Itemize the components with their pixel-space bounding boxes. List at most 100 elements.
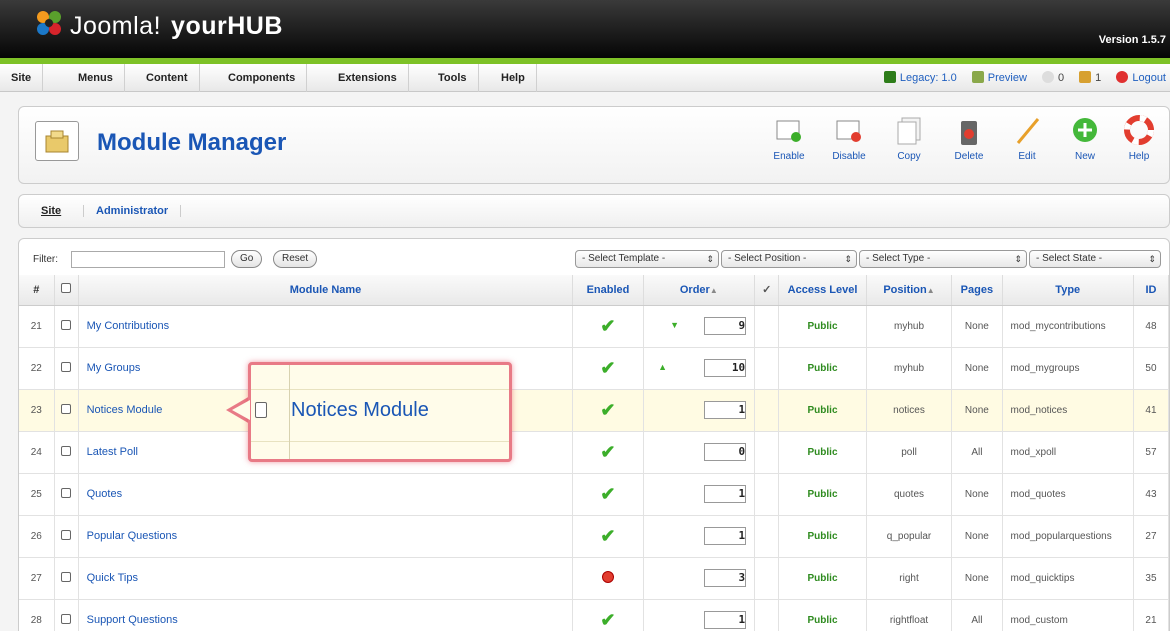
menu-components[interactable]: Components bbox=[217, 64, 308, 92]
select-state[interactable]: - Select State - ⇕ bbox=[1029, 250, 1161, 268]
row-checkbox-cell[interactable] bbox=[54, 473, 79, 516]
module-name-link[interactable]: Popular Questions bbox=[78, 515, 574, 558]
row-checkbox-cell[interactable] bbox=[54, 431, 79, 474]
table-row[interactable]: 23 Notices Module ✔ 1 Public notices None mod_n… bbox=[19, 389, 1170, 432]
logout-link[interactable]: Logout bbox=[1116, 64, 1166, 92]
enabled-cell[interactable] bbox=[572, 557, 644, 600]
new-button[interactable]: New bbox=[1061, 115, 1109, 162]
access-level-link[interactable]: Public bbox=[808, 363, 838, 374]
menu-extensions[interactable]: Extensions bbox=[327, 64, 409, 92]
access-level-link[interactable]: Public bbox=[808, 321, 838, 332]
menu-content[interactable]: Content bbox=[135, 64, 200, 92]
enabled-cell[interactable]: ✔ bbox=[572, 473, 644, 516]
tab-site[interactable]: Site bbox=[41, 205, 61, 217]
row-checkbox[interactable] bbox=[61, 487, 72, 498]
row-checkbox[interactable] bbox=[61, 319, 72, 330]
col-order[interactable]: Order▲ bbox=[643, 275, 756, 306]
access-level-cell[interactable]: Public bbox=[778, 305, 867, 348]
enabled-check-icon[interactable]: ✔ bbox=[600, 484, 615, 504]
reset-button[interactable]: Reset bbox=[273, 250, 318, 268]
disable-button[interactable]: Disable bbox=[825, 115, 873, 162]
module-name-link[interactable]: Support Questions bbox=[78, 599, 574, 631]
table-row[interactable]: 25 Quotes ✔ 1 Public quotes None mod_quotes 43 bbox=[19, 473, 1170, 516]
menu-site[interactable]: Site bbox=[0, 64, 44, 92]
col-access-level[interactable]: Access Level bbox=[778, 275, 867, 306]
order-input[interactable]: 1 bbox=[704, 401, 747, 419]
table-row[interactable]: 24 Latest Poll ✔ 0 Public poll All mod_xpoll 57 bbox=[19, 431, 1170, 474]
access-level-link[interactable]: Public bbox=[808, 447, 838, 458]
access-level-cell[interactable]: Public bbox=[778, 599, 867, 631]
col-position[interactable]: Position▲ bbox=[866, 275, 953, 306]
row-checkbox[interactable] bbox=[61, 403, 72, 414]
row-checkbox[interactable] bbox=[61, 361, 72, 372]
order-input[interactable]: 1 bbox=[704, 527, 747, 545]
col-type[interactable]: Type bbox=[1002, 275, 1134, 306]
col-enabled[interactable]: Enabled bbox=[572, 275, 644, 306]
row-checkbox[interactable] bbox=[61, 571, 72, 582]
order-input[interactable]: 1 bbox=[704, 485, 747, 503]
enabled-check-icon[interactable]: ✔ bbox=[600, 442, 615, 462]
preview-link[interactable]: Preview bbox=[971, 64, 1027, 92]
enabled-cell[interactable]: ✔ bbox=[572, 515, 644, 558]
tab-administrator[interactable]: Administrator bbox=[83, 205, 182, 217]
enabled-check-icon[interactable]: ✔ bbox=[600, 316, 615, 336]
row-checkbox[interactable] bbox=[61, 445, 72, 456]
order-input[interactable]: 1 bbox=[704, 611, 747, 629]
access-level-link[interactable]: Public bbox=[808, 405, 838, 416]
row-checkbox[interactable] bbox=[61, 613, 72, 624]
access-level-cell[interactable]: Public bbox=[778, 347, 867, 390]
enabled-cell[interactable]: ✔ bbox=[572, 599, 644, 631]
select-position[interactable]: - Select Position - ⇕ bbox=[721, 250, 857, 268]
menu-help[interactable]: Help bbox=[490, 64, 537, 92]
table-row[interactable]: 28 Support Questions ✔ 1 Public rightfloat All… bbox=[19, 599, 1170, 631]
row-checkbox-cell[interactable] bbox=[54, 599, 79, 631]
enabled-check-icon[interactable]: ✔ bbox=[600, 526, 615, 546]
table-row[interactable]: 27 Quick Tips 3 Public right None mod_quicktip… bbox=[19, 557, 1170, 600]
users-count[interactable]: 1 bbox=[1079, 64, 1101, 92]
access-level-cell[interactable]: Public bbox=[778, 515, 867, 558]
row-checkbox-cell[interactable] bbox=[54, 557, 79, 600]
menu-tools[interactable]: Tools bbox=[427, 64, 479, 92]
legacy-status[interactable]: Legacy: 1.0 bbox=[883, 64, 957, 92]
enabled-cell[interactable]: ✔ bbox=[572, 389, 644, 432]
enabled-cell[interactable]: ✔ bbox=[572, 305, 644, 348]
col-id[interactable]: ID bbox=[1133, 275, 1170, 306]
order-input[interactable]: 10 bbox=[704, 359, 747, 377]
col-pages[interactable]: Pages bbox=[951, 275, 1003, 306]
access-level-cell[interactable]: Public bbox=[778, 557, 867, 600]
table-row[interactable]: 22 My Groups ✔ ▲ 10 Public myhub None mod_mygrou… bbox=[19, 347, 1170, 390]
go-button[interactable]: Go bbox=[231, 250, 263, 268]
col-module-name[interactable]: Module Name bbox=[78, 275, 574, 306]
filter-input[interactable] bbox=[71, 251, 225, 268]
messages-count[interactable]: 0 bbox=[1041, 64, 1064, 92]
enabled-check-icon[interactable]: ✔ bbox=[600, 610, 615, 630]
save-order-icon[interactable]: ✓ bbox=[762, 284, 771, 296]
copy-button[interactable]: Copy bbox=[885, 115, 933, 162]
row-checkbox-cell[interactable] bbox=[54, 389, 79, 432]
module-name-link[interactable]: Quick Tips bbox=[78, 557, 574, 600]
access-level-cell[interactable]: Public bbox=[778, 473, 867, 516]
select-type[interactable]: - Select Type - ⇕ bbox=[859, 250, 1027, 268]
disabled-x-icon[interactable] bbox=[601, 570, 614, 583]
row-checkbox[interactable] bbox=[61, 529, 72, 540]
access-level-link[interactable]: Public bbox=[808, 489, 838, 500]
module-name-link[interactable]: Quotes bbox=[78, 473, 574, 516]
order-input[interactable]: 9 bbox=[704, 317, 747, 335]
table-row[interactable]: 26 Popular Questions ✔ 1 Public q_popular None… bbox=[19, 515, 1170, 558]
table-row[interactable]: 21 My Contributions ✔ ▼ 9 Public myhub None mod_… bbox=[19, 305, 1170, 348]
row-checkbox-cell[interactable] bbox=[54, 305, 79, 348]
enable-button[interactable]: Enable bbox=[765, 115, 813, 162]
help-button[interactable]: Help bbox=[1115, 115, 1163, 162]
access-level-link[interactable]: Public bbox=[808, 531, 838, 542]
access-level-cell[interactable]: Public bbox=[778, 431, 867, 474]
order-input[interactable]: 0 bbox=[704, 443, 747, 461]
select-all-checkbox[interactable] bbox=[61, 283, 72, 294]
col-select-all[interactable] bbox=[54, 275, 79, 306]
menu-menus[interactable]: Menus bbox=[67, 64, 125, 92]
row-checkbox-cell[interactable] bbox=[54, 515, 79, 558]
access-level-link[interactable]: Public bbox=[808, 573, 838, 584]
enabled-cell[interactable]: ✔ bbox=[572, 431, 644, 474]
enabled-check-icon[interactable]: ✔ bbox=[600, 358, 615, 378]
order-input[interactable]: 3 bbox=[704, 569, 747, 587]
move-up-icon[interactable]: ▲ bbox=[658, 362, 667, 372]
